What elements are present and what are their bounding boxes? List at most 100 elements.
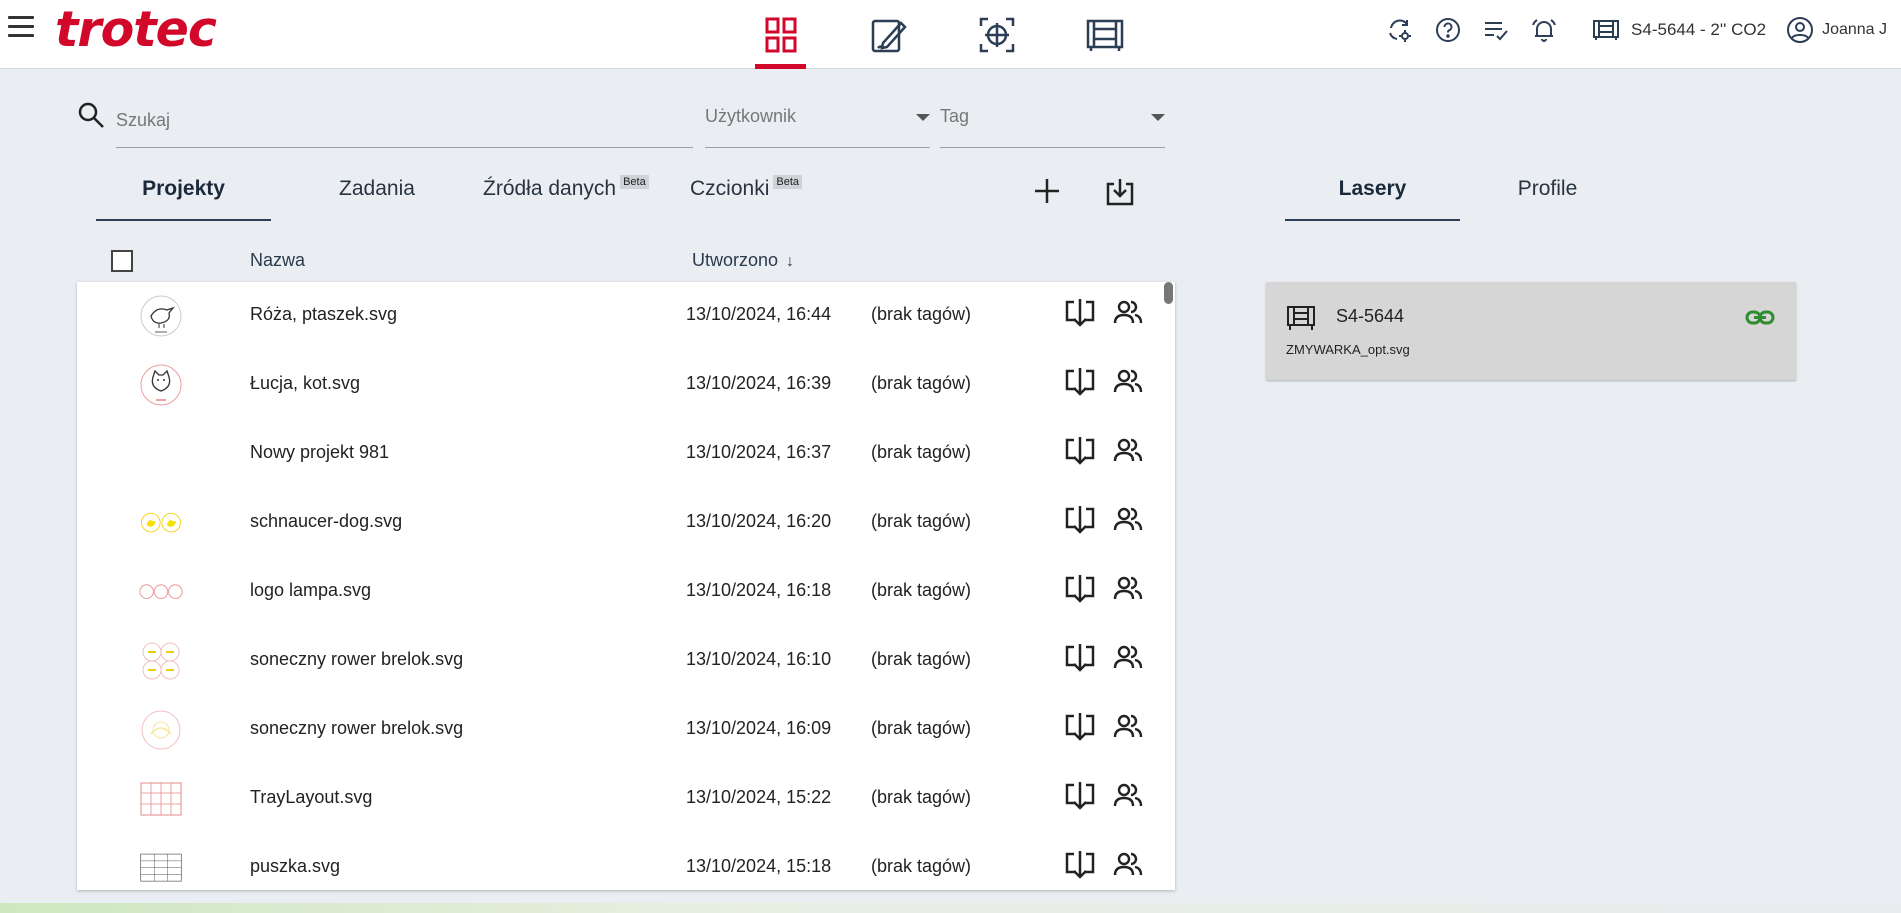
tab-projekty[interactable]: Projekty [96,165,271,221]
project-created-date: 13/10/2024, 15:18 [686,856,832,876]
nav-tab-projects[interactable] [755,0,806,69]
project-tags: (brak tagów) [871,718,972,738]
share-users-icon[interactable] [1112,296,1144,328]
tab-label: Projekty [142,177,225,200]
project-tags: (brak tagów) [871,373,972,393]
content-tabs: Projekty Zadania Źródła danych Beta Czci… [96,165,840,221]
user-avatar-icon [1787,17,1814,43]
add-icon[interactable] [1032,176,1062,206]
import-to-job-icon[interactable] [1064,641,1096,673]
laser-machine-icon [1593,20,1620,40]
crosshair-icon [979,17,1014,52]
select-all-checkbox[interactable] [111,250,133,272]
nav-tab-design[interactable] [863,0,914,69]
checklist-icon[interactable] [1481,15,1511,45]
project-tags: (brak tagów) [871,304,972,324]
trotec-logo[interactable]: trotec [55,2,217,58]
project-tags: (brak tagów) [871,856,972,876]
caret-down-icon [916,114,930,121]
project-name: schnaucer-dog.svg [250,511,403,531]
project-name: soneczny rower brelok.svg [250,718,464,738]
table-row[interactable]: Łucja, kot.svg 13/10/2024, 16:39 (brak tag… [77,351,1175,420]
table-row[interactable]: soneczny rower brelok.svg 13/10/2024, 16:… [77,696,1175,765]
table-row[interactable]: soneczny rower brelok.svg 13/10/2024, 16:… [77,627,1175,696]
table-row[interactable]: Nowy projekt 981 13/10/2024, 16:37 (brak t… [77,420,1175,489]
project-thumbnail [139,846,183,890]
project-created-date: 13/10/2024, 16:10 [686,649,832,669]
table-row[interactable]: logo lampa.svg 13/10/2024, 16:18 (brak tag… [77,558,1175,627]
project-thumbnail [139,639,183,683]
import-icon[interactable] [1104,176,1136,208]
project-tags: (brak tagów) [871,787,972,807]
user-menu[interactable]: Joanna J [1786,16,1887,44]
project-thumbnail [139,363,183,407]
table-row[interactable]: schnaucer-dog.svg 13/10/2024, 16:20 (brak … [77,489,1175,558]
project-name: logo lampa.svg [250,580,372,600]
tab-label: Źródła danych [483,177,617,200]
laser-machine-icon [1086,19,1123,51]
project-created-date: 13/10/2024, 16:09 [686,718,832,738]
column-header-created[interactable]: Utworzono ↓ [692,250,794,271]
scrollbar[interactable] [1164,282,1173,304]
project-thumbnail [139,777,183,821]
import-to-job-icon[interactable] [1064,434,1096,466]
bottom-strip [0,903,1901,913]
notification-bell-icon[interactable] [1529,15,1559,45]
tab-profile[interactable]: Profile [1460,165,1635,221]
tag-filter-select[interactable]: Tag [940,100,1165,148]
laser-name: S4-5644 [1336,306,1405,326]
share-users-icon[interactable] [1112,779,1144,811]
project-created-date: 13/10/2024, 16:37 [686,442,832,462]
import-to-job-icon[interactable] [1064,779,1096,811]
table-row[interactable]: Róża, ptaszek.svg 13/10/2024, 16:44 (brak … [77,282,1175,351]
user-filter-select[interactable]: Użytkownik [705,100,930,148]
laser-current-file: ZMYWARKA_opt.svg [1286,342,1410,357]
project-tags: (brak tagów) [871,442,972,462]
sort-arrow-icon: ↓ [786,253,795,270]
share-users-icon[interactable] [1112,503,1144,535]
tab-label: Czcionki [690,177,770,200]
tab-zrodla-danych[interactable]: Źródła danych Beta [483,165,690,221]
project-name: soneczny rower brelok.svg [250,649,464,669]
tab-czcionki[interactable]: Czcionki Beta [690,165,840,221]
nav-tab-laser[interactable] [1079,0,1130,69]
project-created-date: 13/10/2024, 16:18 [686,580,832,600]
share-users-icon[interactable] [1112,848,1144,880]
project-tags: (brak tagów) [871,511,972,531]
nav-tab-position[interactable] [971,0,1022,69]
import-to-job-icon[interactable] [1064,296,1096,328]
laser-card[interactable]: S4-5644 ZMYWARKA_opt.svg [1266,282,1796,380]
share-users-icon[interactable] [1112,434,1144,466]
project-created-date: 13/10/2024, 16:39 [686,373,832,393]
projects-table: Róża, ptaszek.svg 13/10/2024, 16:44 (brak … [77,282,1175,890]
user-name: Joanna J [1822,21,1887,38]
import-to-job-icon[interactable] [1064,710,1096,742]
column-header-name[interactable]: Nazwa [250,250,305,271]
share-users-icon[interactable] [1112,710,1144,742]
table-row[interactable]: TrayLayout.svg 13/10/2024, 15:22 (brak tag… [77,765,1175,834]
search-input[interactable] [116,100,693,148]
tag-filter-label: Tag [940,106,970,126]
import-to-job-icon[interactable] [1064,572,1096,604]
table-row[interactable]: puszka.svg 13/10/2024, 15:18 (brak tagów) [77,834,1175,890]
tab-zadania[interactable]: Zadania [271,165,483,221]
link-icon[interactable] [1744,304,1776,332]
machine-selector[interactable]: S4-5644 - 2'' CO2 [1593,19,1766,41]
import-to-job-icon[interactable] [1064,848,1096,880]
import-to-job-icon[interactable] [1064,365,1096,397]
share-users-icon[interactable] [1112,365,1144,397]
hamburger-icon[interactable] [8,16,34,38]
project-name: TrayLayout.svg [250,787,373,807]
import-to-job-icon[interactable] [1064,503,1096,535]
tab-label: Lasery [1338,177,1407,200]
project-thumbnail [139,294,183,338]
project-name: Nowy projekt 981 [250,442,390,462]
share-users-icon[interactable] [1112,572,1144,604]
tab-label: Profile [1517,177,1578,200]
share-users-icon[interactable] [1112,641,1144,673]
beta-badge: Beta [620,175,649,189]
sync-settings-icon[interactable] [1385,15,1415,45]
tab-lasery[interactable]: Lasery [1285,165,1460,221]
search-icon [78,102,104,128]
help-icon[interactable] [1433,15,1463,45]
